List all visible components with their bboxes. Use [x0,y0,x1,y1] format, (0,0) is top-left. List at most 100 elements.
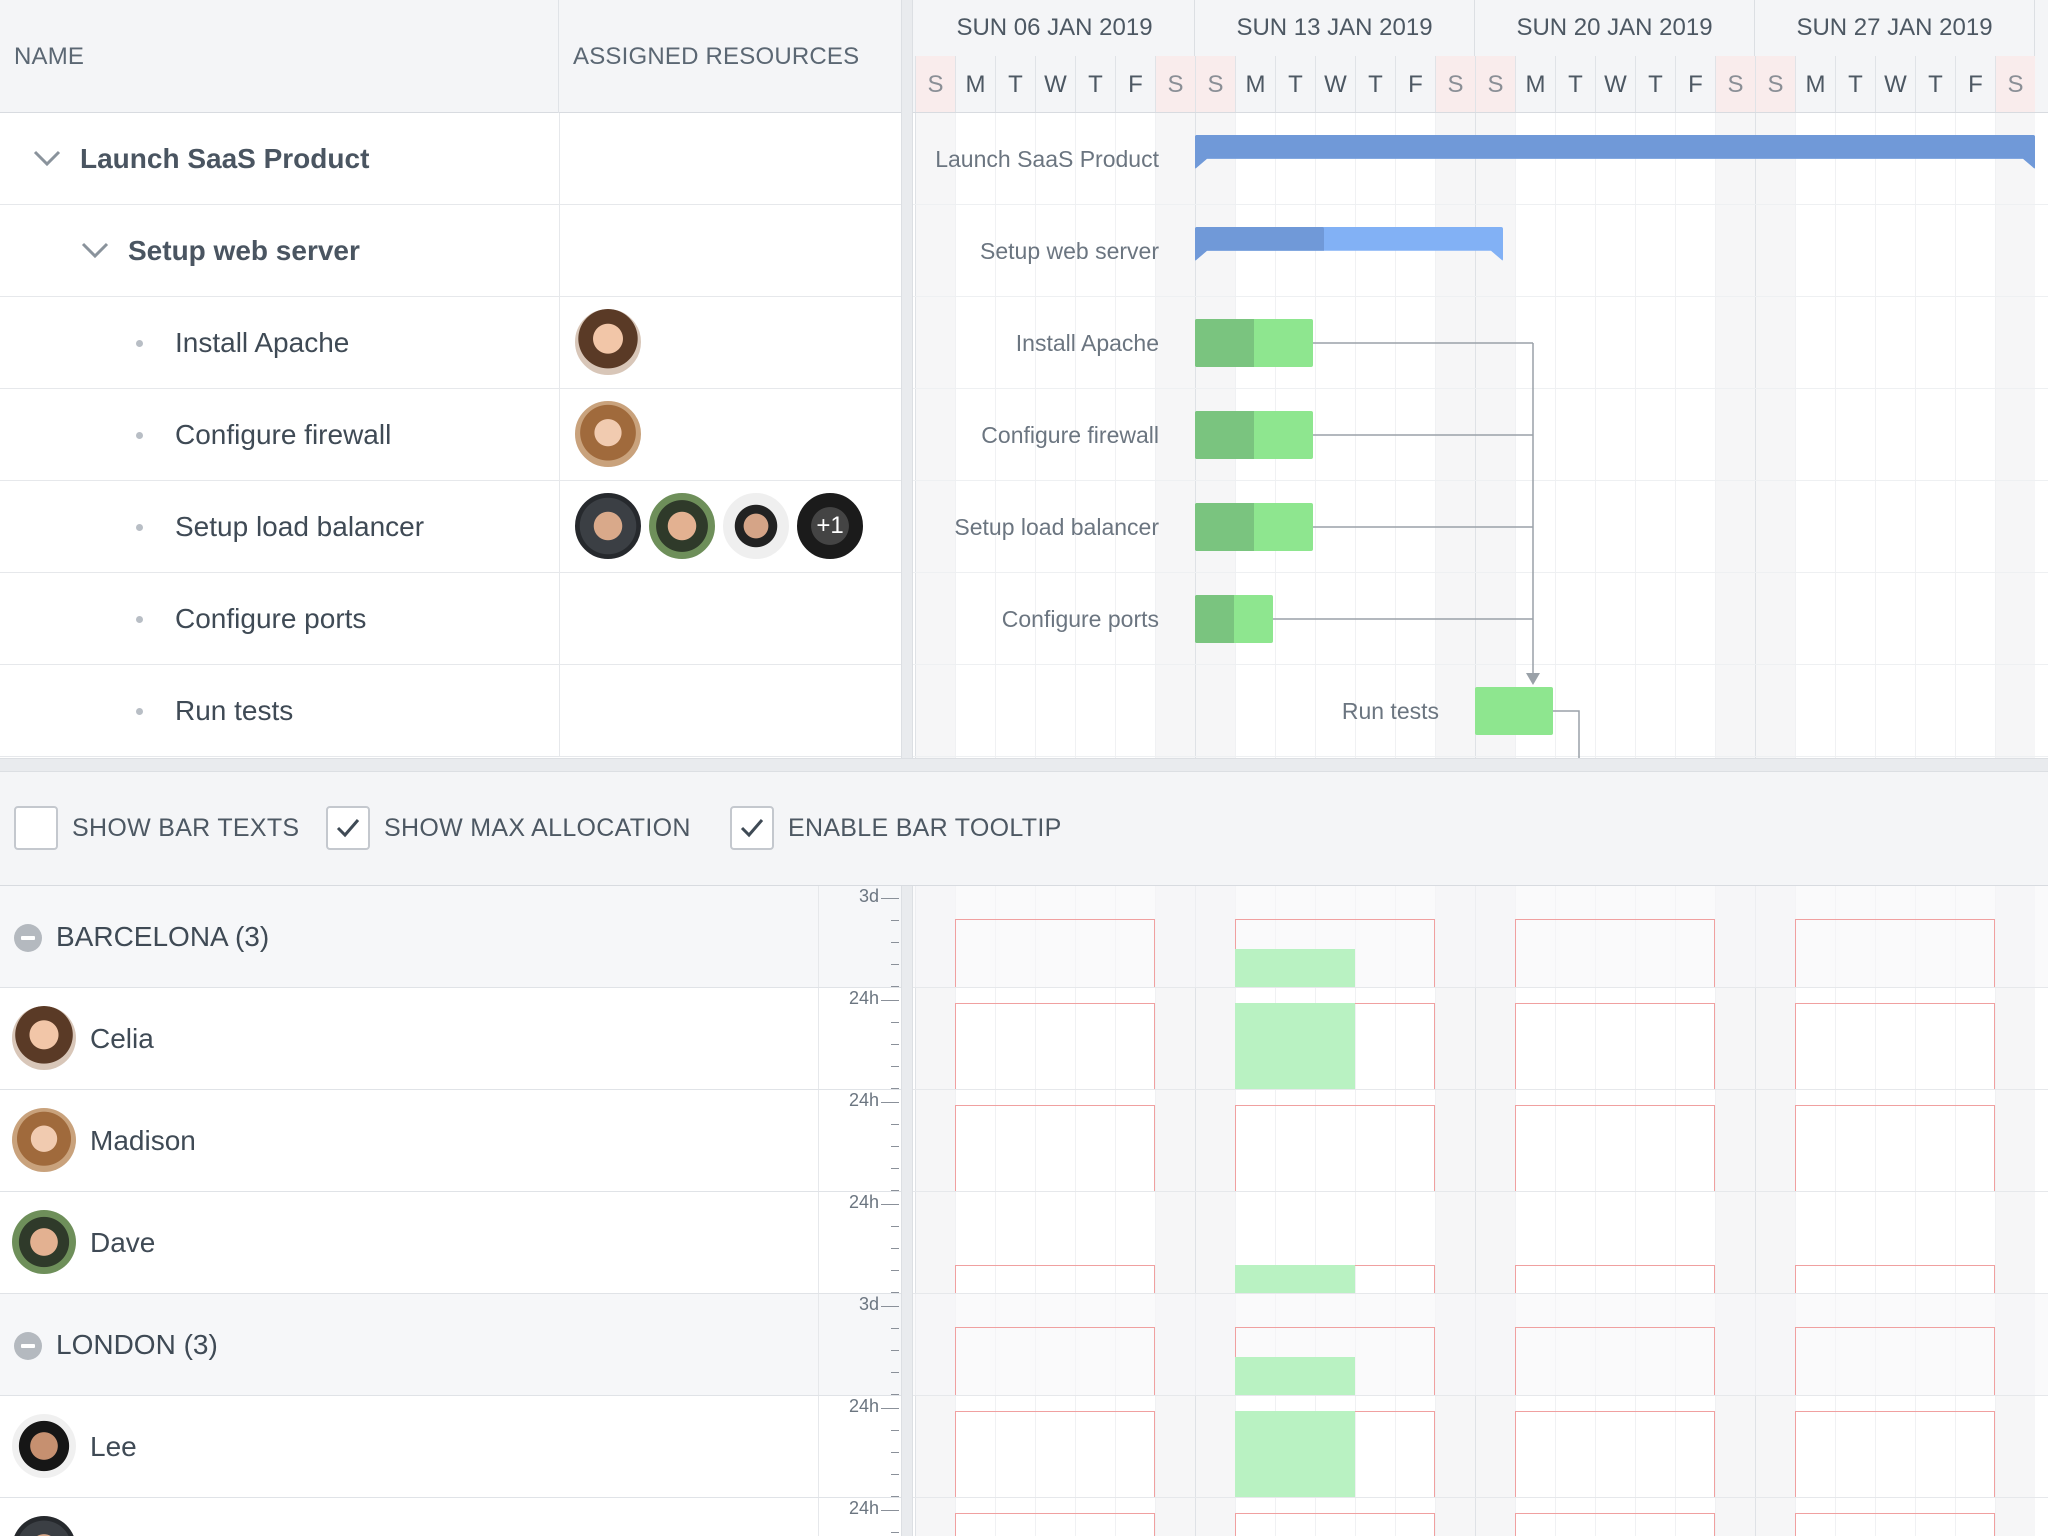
dave-avatar[interactable] [647,491,717,561]
scale-tick [891,1452,899,1453]
task-grid: Launch SaaS Product Setup web server Insta… [0,113,901,758]
scale-max-label: 24h [848,1192,879,1212]
max-allocation-outline [1515,1327,1715,1395]
checkbox-box[interactable] [730,806,774,850]
task-row[interactable]: Setup web server [0,205,901,297]
madison-avatar[interactable] [573,399,643,469]
day-header-cell: S [1995,56,2035,112]
show-bar-texts-label: SHOW BAR TEXTS [72,813,300,842]
day-header-cell: W [1875,56,1915,112]
task-row[interactable]: Launch SaaS Product [0,113,901,205]
enable-bar-tooltip-checkbox[interactable]: ENABLE BAR TOOLTIP [730,805,1062,851]
resource-list: BARCELONA (3) 3d Celia 24h Madison 24h Dave 24h… [0,886,901,1536]
resource-avatar[interactable] [721,491,791,561]
resource-name: Madison [90,1124,196,1156]
scale-tick [891,1532,899,1533]
resource-group-row[interactable]: BARCELONA (3) 3d [0,886,901,988]
scale-max-label: 24h [848,1090,879,1110]
day-header-cell: T [1555,56,1595,112]
max-allocation-outline [1515,1264,1715,1293]
max-allocation-outline [1795,1410,1995,1497]
week-header-cell: SUN 27 JAN 2019 [1755,0,2035,56]
scale-tick [891,1088,899,1089]
task-row[interactable]: Run tests [0,665,901,757]
task-row[interactable]: Configure firewall [0,389,901,481]
column-header-name[interactable]: NAME [0,0,559,113]
scale-tick [891,1474,899,1475]
column-divider [559,389,560,480]
allocation-bar[interactable] [1235,1357,1355,1395]
assigned-resources [573,399,647,471]
task-row[interactable]: Configure ports [0,573,901,665]
checkbox-box[interactable] [326,806,370,850]
leaf-bullet-icon [136,708,143,715]
week-header-cell: SUN 06 JAN 2019 [915,0,1195,56]
resource-row[interactable]: 24h [0,1498,901,1536]
day-header-cell: T [1355,56,1395,112]
column-divider [559,297,560,388]
max-allocation-outline [1795,1264,1995,1293]
week-row: SUN 06 JAN 2019 SUN 13 JAN 2019 SUN 20 JAN… [913,0,2048,56]
scale-tick [891,1022,899,1023]
celia-avatar[interactable] [573,307,643,377]
allocation-scale: 24h [818,1498,901,1536]
max-allocation-outline [955,1264,1155,1293]
checkbox-box[interactable] [14,806,58,850]
resource-group-name: BARCELONA (3) [56,920,270,952]
horizontal-splitter[interactable] [0,758,2048,772]
scale-tick [891,1430,899,1431]
day-header-cell: M [955,56,995,112]
show-max-allocation-checkbox[interactable]: SHOW MAX ALLOCATION [326,805,691,851]
collapse-group-icon[interactable] [14,924,42,952]
day-header-cell: S [1755,56,1795,112]
scale-tick [891,986,899,987]
resource-avatar [12,1516,76,1536]
task-name: Launch SaaS Product [80,143,370,174]
resource-avatar[interactable] [573,491,643,561]
allocation-scale: 24h [818,988,901,1089]
show-bar-texts-checkbox[interactable]: SHOW BAR TEXTS [14,805,299,851]
scale-tick [881,1000,899,1001]
max-allocation-outline [1795,1002,1995,1089]
day-header-cell: T [1275,56,1315,112]
day-header-cell: F [1395,56,1435,112]
week-header-cell: SUN 20 JAN 2019 [1475,0,1755,56]
day-header-cell: M [1795,56,1835,112]
column-header-assigned-resources[interactable]: ASSIGNED RESOURCES [559,0,901,113]
scale-tick [891,1328,899,1329]
collapse-group-icon[interactable] [14,1332,42,1360]
day-header-cell: F [1675,56,1715,112]
more-resources-avatar[interactable]: +1 [795,491,865,561]
resource-row[interactable]: Madison 24h [0,1090,901,1192]
task-row[interactable]: Install Apache [0,297,901,389]
allocation-bar[interactable] [1235,1002,1355,1089]
chevron-down-icon[interactable] [30,141,64,175]
allocation-scale: 24h [818,1396,901,1497]
histogram-row [913,988,2048,1090]
checkmark-icon [336,819,360,838]
max-allocation-outline [1515,1002,1715,1089]
max-allocation-outline [955,1104,1155,1191]
chevron-down-icon[interactable] [78,233,112,267]
column-divider [559,481,560,572]
day-header-cell: T [1635,56,1675,112]
allocation-bar[interactable] [1235,949,1355,987]
histogram-row [913,1192,2048,1294]
resource-avatar [12,1108,76,1172]
resource-row[interactable]: Lee 24h [0,1396,901,1498]
max-allocation-outline [1795,1327,1995,1395]
scale-tick [891,1496,899,1497]
task-name: Setup web server [128,235,360,266]
resource-group-row[interactable]: LONDON (3) 3d [0,1294,901,1396]
leaf-bullet-icon [136,340,143,347]
day-row: SMTWTFSSMTWTFSSMTWTFSSMTWTFS [913,56,2048,112]
allocation-bar[interactable] [1235,1264,1355,1293]
resource-row[interactable]: Dave 24h [0,1192,901,1294]
scale-tick [891,1168,899,1169]
histogram-row [913,1498,2048,1536]
max-allocation-outline [955,1512,1155,1536]
task-row[interactable]: Setup load balancer +1 [0,481,901,573]
task-name: Configure ports [175,603,367,634]
resource-row[interactable]: Celia 24h [0,988,901,1090]
allocation-bar[interactable] [1235,1410,1355,1497]
